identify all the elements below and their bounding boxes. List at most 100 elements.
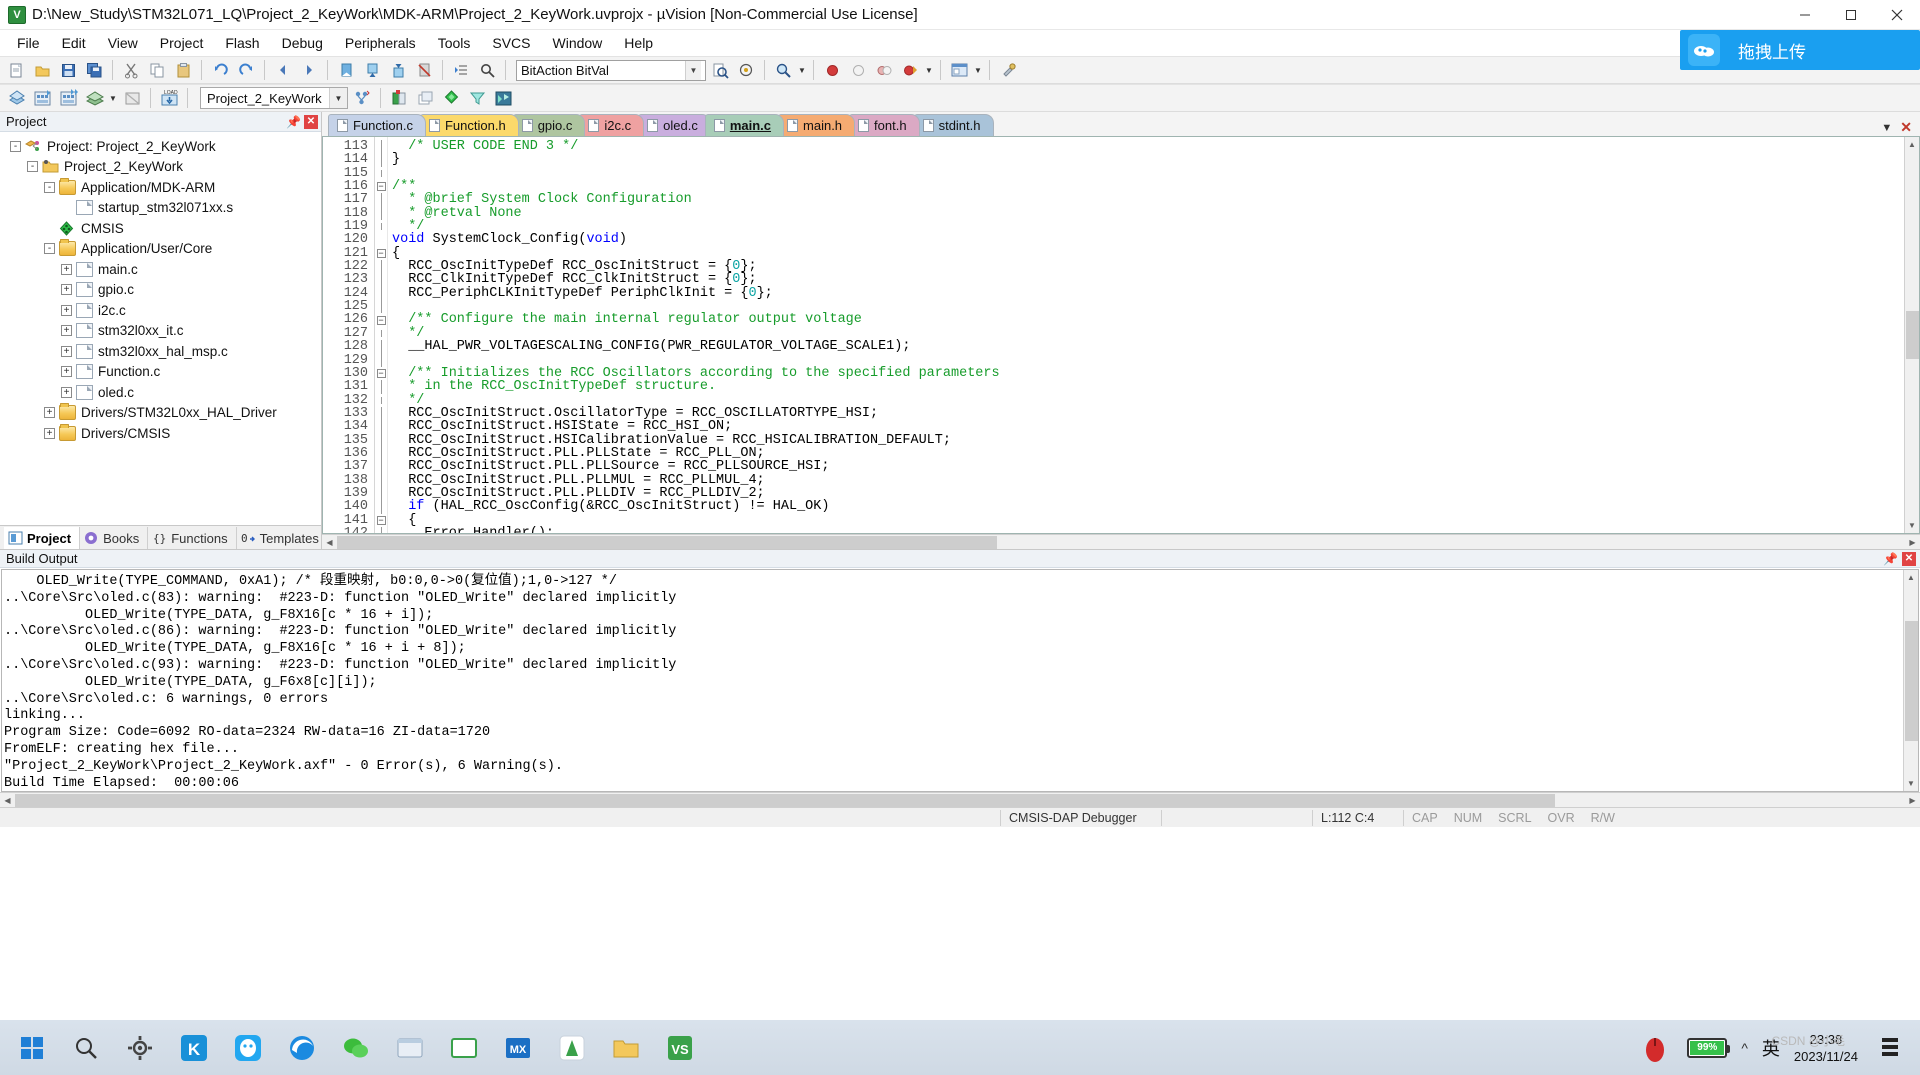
tree-expander[interactable]: +: [61, 325, 72, 337]
scroll-down-icon[interactable]: ▼: [1903, 776, 1918, 791]
browse-symbols-icon[interactable]: [734, 58, 758, 82]
editor-tab-font-h[interactable]: font.h: [849, 114, 920, 136]
editor-tab-main-h[interactable]: main.h: [778, 114, 856, 136]
back-nav-icon[interactable]: [271, 58, 295, 82]
terminal-window-icon[interactable]: [446, 1030, 482, 1066]
fold-marker[interactable]: −: [375, 313, 387, 326]
tree-item[interactable]: + i2c.c: [0, 300, 321, 321]
fold-marker[interactable]: [375, 273, 387, 287]
scroll-up-icon[interactable]: ▲: [1903, 570, 1918, 585]
fold-marker[interactable]: [375, 193, 387, 207]
open-file-icon[interactable]: [30, 58, 54, 82]
tree-item[interactable]: + stm32l0xx_it.c: [0, 321, 321, 342]
bookmark-prev-icon[interactable]: [386, 58, 410, 82]
menu-project[interactable]: Project: [149, 32, 215, 54]
code-editor[interactable]: 113 114 115 116 117 118 119 120 121 122 123 124 125 1…: [322, 137, 1920, 534]
tree-item[interactable]: + main.c: [0, 259, 321, 280]
manage-project-items-icon[interactable]: [491, 86, 515, 110]
keil-app-icon[interactable]: K: [176, 1030, 212, 1066]
fold-marker[interactable]: [375, 233, 387, 246]
project-pane-tab-project[interactable]: Project: [4, 527, 81, 549]
fold-marker[interactable]: [375, 353, 387, 367]
chevron-down-icon[interactable]: ▼: [329, 88, 347, 108]
hscroll-track[interactable]: [997, 535, 1905, 549]
scroll-up-icon[interactable]: ▲: [1904, 137, 1919, 152]
close-icon[interactable]: ✕: [304, 114, 318, 129]
scroll-left-icon[interactable]: ◀: [0, 793, 15, 808]
menu-window[interactable]: Window: [542, 32, 614, 54]
project-pane-tab-functions[interactable]: {} Functions: [148, 527, 237, 549]
battery-icon[interactable]: 99%: [1687, 1037, 1731, 1058]
fold-marker[interactable]: [375, 446, 387, 461]
fold-marker[interactable]: [375, 433, 387, 447]
fold-marker[interactable]: [375, 167, 387, 180]
fold-marker[interactable]: [375, 220, 387, 233]
close-button[interactable]: [1874, 0, 1920, 30]
fold-marker[interactable]: −: [375, 247, 387, 260]
manage-run-time-env-icon[interactable]: [387, 86, 411, 110]
tree-expander[interactable]: +: [44, 407, 55, 419]
editor-vertical-scrollbar[interactable]: ▲ ▼: [1904, 137, 1919, 533]
edge-browser-icon[interactable]: [284, 1030, 320, 1066]
menu-debug[interactable]: Debug: [271, 32, 334, 54]
menu-tools[interactable]: Tools: [427, 32, 482, 54]
tree-item[interactable]: - Application/MDK-ARM: [0, 177, 321, 198]
code-folding-column[interactable]: − − − − −: [375, 137, 388, 533]
editor-tab-main-c[interactable]: main.c: [704, 114, 785, 136]
redo-icon[interactable]: [234, 58, 258, 82]
tree-expander[interactable]: +: [44, 427, 55, 439]
tree-item[interactable]: - Application/User/Core: [0, 239, 321, 260]
tree-expander[interactable]: +: [61, 386, 72, 398]
search-text-icon[interactable]: [475, 58, 499, 82]
fold-marker[interactable]: [375, 420, 387, 434]
upload-overlay-button[interactable]: 拖拽上传: [1680, 30, 1920, 70]
hscroll-track[interactable]: [1555, 793, 1905, 807]
editor-tab-Function-c[interactable]: Function.c: [328, 114, 426, 136]
maximize-button[interactable]: [1828, 0, 1874, 30]
tree-item[interactable]: startup_stm32l071xx.s: [0, 198, 321, 219]
tree-item[interactable]: - Project: Project_2_KeyWork: [0, 136, 321, 157]
build-output-body[interactable]: OLED_Write(TYPE_COMMAND, 0xA1); /* 段重映射,…: [1, 569, 1919, 792]
build-vertical-scrollbar[interactable]: ▲ ▼: [1903, 570, 1918, 791]
editor-tab-gpio-c[interactable]: gpio.c: [512, 114, 586, 136]
settings-gear-icon[interactable]: [122, 1030, 158, 1066]
scroll-right-icon[interactable]: ▶: [1905, 793, 1920, 808]
project-pane-tab-books[interactable]: Books: [80, 527, 149, 549]
target-select[interactable]: Project_2_KeyWork ▼: [200, 87, 348, 109]
pack-installer-icon[interactable]: [439, 86, 463, 110]
copy-icon[interactable]: [145, 58, 169, 82]
filter-icon[interactable]: [465, 86, 489, 110]
chevron-down-icon[interactable]: ▼: [685, 60, 701, 80]
tree-expander[interactable]: +: [61, 345, 72, 357]
window-layout-icon[interactable]: [947, 58, 971, 82]
tree-item[interactable]: + Function.c: [0, 362, 321, 383]
notification-center-icon[interactable]: [1872, 1030, 1908, 1066]
tray-red-app-icon[interactable]: [1637, 1030, 1673, 1066]
paste-icon[interactable]: [171, 58, 195, 82]
fold-collapse-icon[interactable]: −: [376, 248, 386, 258]
save-icon[interactable]: [56, 58, 80, 82]
pin-icon[interactable]: 📌: [1883, 552, 1898, 566]
fold-collapse-icon[interactable]: −: [376, 515, 386, 525]
fold-marker[interactable]: [375, 486, 387, 501]
stm32cubemx-icon[interactable]: MX: [500, 1030, 536, 1066]
pin-icon[interactable]: 📌: [286, 115, 301, 129]
find-in-files-icon[interactable]: [708, 58, 732, 82]
fold-marker[interactable]: −: [375, 514, 387, 527]
menu-file[interactable]: File: [6, 32, 51, 54]
symbol-search-combo[interactable]: BitAction BitVal ▼: [516, 59, 706, 81]
batch-build-icon[interactable]: [82, 86, 106, 110]
folder-app-icon[interactable]: [608, 1030, 644, 1066]
zoom-icon[interactable]: [771, 58, 795, 82]
undo-icon[interactable]: [208, 58, 232, 82]
tree-item[interactable]: + gpio.c: [0, 280, 321, 301]
menu-peripherals[interactable]: Peripherals: [334, 32, 427, 54]
build-target-icon[interactable]: [30, 86, 54, 110]
fold-marker[interactable]: [375, 380, 387, 394]
tree-expander[interactable]: +: [61, 284, 72, 296]
stop-build-icon[interactable]: [120, 86, 144, 110]
search-icon[interactable]: [68, 1030, 104, 1066]
menu-svcs[interactable]: SVCS: [481, 32, 541, 54]
scroll-thumb[interactable]: [1904, 620, 1918, 741]
fold-collapse-icon[interactable]: −: [376, 182, 386, 192]
